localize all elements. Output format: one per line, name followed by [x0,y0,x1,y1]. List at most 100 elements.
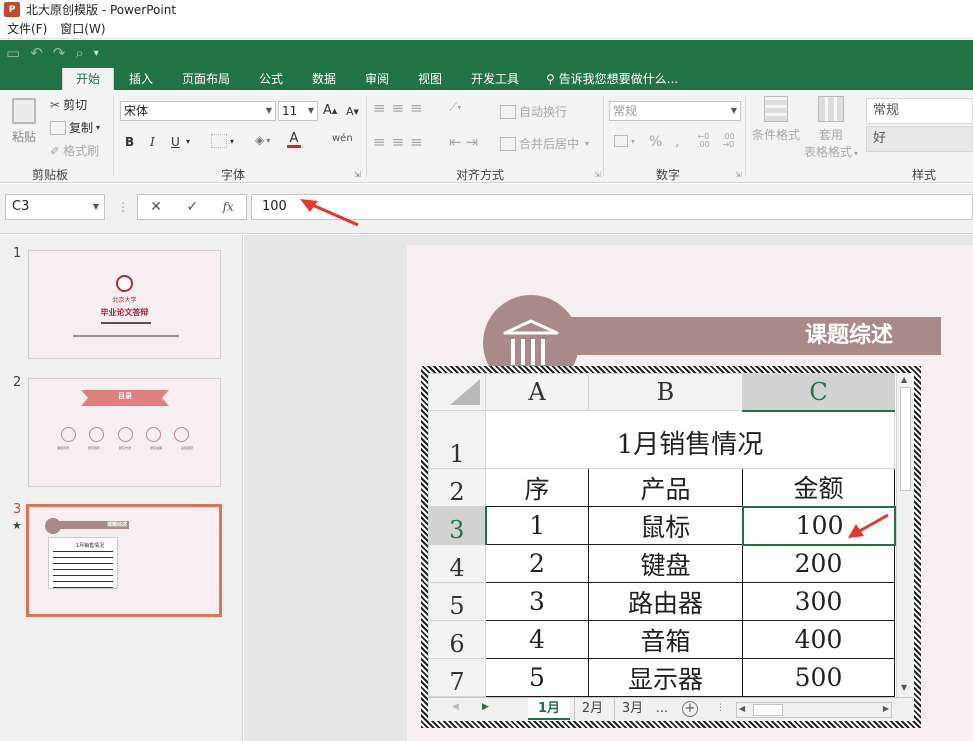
scroll-down-icon[interactable]: ▼ [901,683,907,692]
print-preview-icon[interactable]: ⌕ [75,44,83,62]
column-header-a[interactable]: A [485,373,589,411]
orientation-button[interactable]: ⟋ ▾ [449,100,461,115]
tell-me-box[interactable]: ⚲ 告诉我您想要做什么... [546,68,696,90]
table-cell[interactable]: 3 [485,582,589,621]
vertical-align-buttons-icon[interactable]: ≡≡≡ [373,99,429,117]
alignment-dialog-launcher-icon[interactable]: ⇲ [594,170,601,179]
tab-review[interactable]: 审阅 [356,68,398,90]
undo-icon[interactable]: ↶ [30,44,43,62]
table-cell[interactable]: 鼠标 [588,506,743,545]
tab-developer[interactable]: 开发工具 [464,68,526,90]
bold-button[interactable]: B [125,135,134,149]
table-cell[interactable]: 2 [485,544,589,583]
number-dialog-launcher-icon[interactable]: ⇲ [735,170,742,179]
row-header-5[interactable]: 5 [428,582,486,621]
sheet-tab-mar[interactable]: 3月 [614,698,650,720]
percent-button[interactable]: % [649,134,662,150]
font-name-select[interactable]: 宋体 ▼ [120,101,276,121]
table-cell[interactable]: 500 [742,658,895,697]
sheet-tab-jan[interactable]: 1月 [528,698,570,720]
scroll-up-icon[interactable]: ▲ [901,375,907,384]
scroll-thumb-horizontal[interactable] [753,704,783,716]
scroll-left-icon[interactable]: ◀ [739,704,745,713]
fill-color-button[interactable]: ◈ ▾ [255,133,270,147]
more-sheets[interactable]: ... [652,698,672,720]
tab-home[interactable]: 开始 [62,68,114,90]
add-sheet-icon[interactable]: + [682,701,698,717]
header-cell-seq[interactable]: 序 [485,468,589,507]
horizontal-scrollbar[interactable]: ◀ ▶ [736,702,892,718]
increase-decimal-button[interactable]: ←0.00 [697,133,710,149]
vertical-scrollbar[interactable]: ▲ ▼ [896,373,914,697]
insert-function-icon[interactable]: fx [223,200,234,214]
horizontal-align-buttons-icon[interactable]: ≡≡≡ [373,133,429,151]
menu-file[interactable]: 文件(F) [7,20,47,37]
comma-style-button[interactable]: , [675,134,679,150]
shrink-font-button[interactable]: A ▼ [346,105,359,118]
number-format-select[interactable]: 常规 ▼ [609,101,741,121]
table-cell[interactable]: 1 [485,506,589,545]
slide-thumbnail-2[interactable]: 目录 课题背景 研究现状 研究方法 研究进展 总结展望 [28,378,221,487]
customize-toolbar-icon[interactable]: ▾ [94,48,99,59]
format-painter-button[interactable]: ✐ 格式刷 [50,142,99,159]
menu-window[interactable]: 窗口(W) [60,20,105,37]
cut-button[interactable]: ✂ 剪切 [50,96,87,113]
font-color-button[interactable]: A [287,132,301,148]
table-cell[interactable]: 4 [485,620,589,659]
decrease-decimal-button[interactable]: .00 →0 [722,133,735,149]
row-header-2[interactable]: 2 [428,468,486,507]
indent-buttons-icon[interactable]: ⇤⇥ [449,133,482,151]
row-header-7[interactable]: 7 [428,658,486,697]
font-dialog-launcher-icon[interactable]: ⇲ [354,170,361,179]
tab-data[interactable]: 数据 [303,68,345,90]
accounting-format-button[interactable]: ▾ [614,135,635,147]
sheet-nav-next-icon[interactable]: ▶ [482,702,489,712]
slide-thumbnail-3[interactable]: 课题综述 1月销售情况 [26,504,222,617]
tab-view[interactable]: 视图 [409,68,451,90]
scroll-right-icon[interactable]: ▶ [883,704,889,713]
tab-page-layout[interactable]: 页面布局 [176,68,236,90]
underline-dropdown-icon[interactable]: ▾ [186,137,190,146]
conditional-format-button[interactable]: 条件格式 [752,96,800,143]
table-cell[interactable]: 5 [485,658,589,697]
row-header-3[interactable]: 3 [428,506,487,545]
table-cell[interactable]: 400 [742,620,895,659]
slide-thumbnail-1[interactable]: 北京大学 毕业论文答辩 [28,250,221,359]
slide-title[interactable]: 课题综述 [560,317,941,355]
header-cell-amount[interactable]: 金额 [742,468,895,507]
font-size-select[interactable]: 11 ▼ [278,101,318,121]
column-header-c[interactable]: C [742,373,895,412]
enter-icon[interactable]: ✓ [186,199,198,215]
save-icon[interactable]: ▭ [6,44,20,62]
borders-button[interactable]: ▾ [211,134,234,148]
table-cell[interactable]: 200 [742,544,895,583]
italic-button[interactable]: I [150,135,155,149]
paste-button[interactable]: 粘贴 [12,98,36,145]
table-cell[interactable]: 显示器 [588,658,743,697]
tab-formulas[interactable]: 公式 [250,68,292,90]
table-cell[interactable]: 键盘 [588,544,743,583]
tab-insert[interactable]: 插入 [118,68,164,90]
format-as-table-button[interactable]: 套用 表格格式 ▾ [804,96,858,160]
phonetic-button[interactable]: wén [332,133,353,144]
table-cell[interactable]: 路由器 [588,582,743,621]
name-box[interactable]: C3 ▼ [5,194,105,220]
style-normal-cell[interactable]: 常规 [866,98,973,124]
tab-divider-grip-icon[interactable]: ⋮ [716,703,725,713]
select-all-corner[interactable] [428,373,486,411]
row-header-1[interactable]: 1 [428,410,486,469]
cancel-icon[interactable]: ✕ [150,199,162,215]
embedded-worksheet[interactable]: A B C 1 1月销售情况 2 序 产品 金额 3 1 鼠标 100 4 2 … [428,373,914,721]
grow-font-button[interactable]: A ▲ [323,103,337,118]
table-cell[interactable]: 音箱 [588,620,743,659]
sheet-tab-feb[interactable]: 2月 [574,698,610,720]
sheet-nav-prev-icon[interactable]: ◀ [452,702,459,712]
style-good-cell[interactable]: 好 [866,126,973,152]
underline-button[interactable]: U [171,135,180,149]
table-cell[interactable]: 300 [742,582,895,621]
scroll-thumb[interactable] [900,387,911,491]
table-title-cell[interactable]: 1月销售情况 [485,410,895,469]
row-header-4[interactable]: 4 [428,544,486,583]
header-cell-product[interactable]: 产品 [588,468,743,507]
redo-icon[interactable]: ↷ [53,44,66,62]
